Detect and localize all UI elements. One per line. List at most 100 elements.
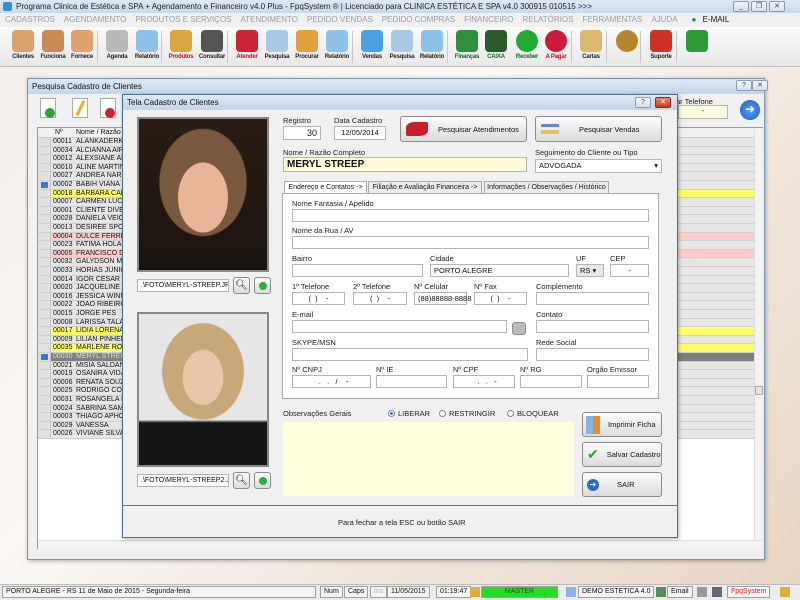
scroll-thumb[interactable]	[755, 386, 763, 395]
photo1-add-button[interactable]	[254, 277, 271, 294]
radio-restringir[interactable]: RESTRINGIR	[439, 409, 495, 418]
data-cadastro-input[interactable]: 12/05/2014	[334, 126, 386, 140]
toolbar-button-apagar[interactable]: A Pagar	[541, 29, 571, 65]
cep-input[interactable]: -	[610, 264, 649, 277]
search-go-arrow-icon[interactable]: ➜	[740, 100, 760, 120]
toolbar-button-funciona[interactable]: Funciona	[38, 29, 68, 65]
minimize-button[interactable]: _	[733, 1, 749, 12]
ie-input[interactable]	[376, 375, 447, 388]
photo1-zoom-button[interactable]: 🔍︎	[233, 277, 250, 294]
save-record-button[interactable]: ✔ Salvar Cadastro	[582, 442, 662, 467]
grid-vertical-scrollbar[interactable]	[754, 128, 763, 540]
toolbar-button-consultar[interactable]: Consultar	[197, 29, 227, 65]
fax-input[interactable]: ( ) -	[474, 292, 527, 305]
toolbar-button-produtos[interactable]: Produtos	[166, 29, 196, 65]
phone-search-input[interactable]: -	[678, 105, 728, 119]
row-header[interactable]	[38, 421, 51, 430]
rua-input[interactable]	[292, 236, 649, 249]
toolbar-button-cartas[interactable]: Cartas	[576, 29, 606, 65]
row-header[interactable]	[38, 413, 51, 421]
menu-produtos-e-servi-os[interactable]: PRODUTOS E SERVIÇOS	[135, 15, 231, 24]
toolbar-button-relatrio[interactable]: Relatório	[417, 29, 447, 65]
row-header[interactable]	[38, 327, 51, 335]
toolbar-button-exit[interactable]	[682, 29, 712, 65]
photo2-zoom-button[interactable]: 🔍︎	[233, 472, 250, 489]
exit-button[interactable]: ➜ SAIR	[582, 472, 662, 497]
row-header[interactable]	[38, 232, 51, 241]
menu-ajuda[interactable]: AJUDA	[651, 15, 677, 24]
row-header[interactable]	[38, 301, 51, 309]
cpf-input[interactable]: . . -	[453, 375, 515, 388]
nome-input[interactable]: MERYL STREEP	[283, 157, 527, 172]
toolbar-button-relatrio[interactable]: Relatório	[322, 29, 352, 65]
close-button[interactable]: ✕	[769, 1, 785, 12]
col-number-header[interactable]: Nº	[55, 128, 63, 138]
fantasia-input[interactable]	[292, 209, 649, 222]
help-button[interactable]: ?	[736, 80, 752, 91]
toolbar-button-vendas[interactable]: Vendas	[357, 29, 387, 65]
row-header[interactable]	[38, 241, 51, 249]
menu-pedido-vendas[interactable]: PEDIDO VENDAS	[307, 15, 373, 24]
row-header[interactable]	[38, 335, 51, 344]
bairro-input[interactable]	[292, 264, 423, 277]
photo2-add-button[interactable]	[254, 472, 271, 489]
maximize-button[interactable]: ❐	[751, 1, 767, 12]
tel1-input[interactable]: ( ) -	[292, 292, 345, 305]
row-header[interactable]	[38, 155, 51, 163]
send-email-button[interactable]	[512, 322, 526, 335]
close-search-window-button[interactable]: ✕	[752, 80, 768, 91]
row-header[interactable]	[38, 258, 51, 266]
row-header[interactable]	[38, 310, 51, 318]
row-header[interactable]	[38, 284, 51, 292]
row-header[interactable]	[38, 224, 51, 232]
row-header[interactable]	[38, 361, 51, 370]
segmento-select[interactable]: ADVOGADA ▾	[535, 159, 662, 173]
celular-input[interactable]: (88)88888-8888	[414, 292, 471, 305]
radio-bloquear[interactable]: BLOQUEAR	[507, 409, 559, 418]
toolbar-button-atender[interactable]: Atender	[232, 29, 262, 65]
tab-info-observations[interactable]: Informações / Observações / Histórico	[484, 181, 609, 193]
col-name-header[interactable]: Nome / Razão	[76, 128, 121, 138]
radio-liberar[interactable]: LIBERAR	[388, 409, 430, 418]
contato-input[interactable]	[536, 320, 649, 333]
row-header[interactable]	[38, 396, 51, 404]
row-header[interactable]	[38, 353, 51, 361]
uf-select[interactable]: RS ▾	[576, 264, 604, 277]
toolbar-button-pesquisa[interactable]: Pesquisa	[387, 29, 417, 65]
row-header[interactable]	[38, 163, 51, 172]
row-header[interactable]	[38, 146, 51, 155]
row-header[interactable]	[38, 430, 51, 438]
menu-ferramentas[interactable]: FERRAMENTAS	[582, 15, 642, 24]
print-record-button[interactable]: Imprimir Ficha	[582, 412, 662, 437]
toolbar-button-clientes[interactable]: Clientes	[8, 29, 38, 65]
menu-relat-rios[interactable]: RELATÓRIOS	[522, 15, 573, 24]
cnpj-input[interactable]: . . / -	[292, 375, 371, 388]
calculator-icon[interactable]	[712, 587, 722, 597]
email-icon[interactable]	[656, 587, 666, 597]
status-email[interactable]: Email	[667, 586, 693, 598]
registro-input[interactable]: 30	[283, 126, 321, 140]
delete-record-icon[interactable]	[100, 98, 116, 118]
row-header[interactable]	[38, 189, 51, 198]
toolbar-button-fornece[interactable]: Fornece	[67, 29, 97, 65]
row-header[interactable]	[38, 387, 51, 395]
toolbar-button-pesquisa[interactable]: Pesquisa	[262, 29, 292, 65]
row-header[interactable]	[38, 138, 51, 146]
photo1-path-input[interactable]: .\FOTO\MERYL-STREEP.JP(	[137, 279, 229, 292]
complemento-input[interactable]	[536, 292, 649, 305]
tel2-input[interactable]: ( ) -	[353, 292, 407, 305]
row-header[interactable]	[38, 198, 51, 206]
menu-cadastros[interactable]: CADASTROS	[5, 15, 55, 24]
toolbar-button-relatrio[interactable]: Relatório	[132, 29, 162, 65]
orgao-input[interactable]	[587, 375, 649, 388]
toolbar-button-coin[interactable]	[612, 29, 642, 65]
grid-horizontal-scrollbar[interactable]	[38, 540, 763, 549]
toolbar-button-finanas[interactable]: Finanças	[452, 29, 482, 65]
tab-affiliation-financial[interactable]: Filiação e Avaliação Financeira ->	[368, 181, 482, 193]
observacoes-textarea[interactable]	[283, 422, 574, 496]
row-header[interactable]	[38, 292, 51, 301]
rede-input[interactable]	[536, 348, 649, 361]
toolbar-button-agenda[interactable]: Agenda	[102, 29, 132, 65]
row-header[interactable]	[38, 249, 51, 258]
toolbar-button-caixa[interactable]: CAIXA	[481, 29, 511, 65]
